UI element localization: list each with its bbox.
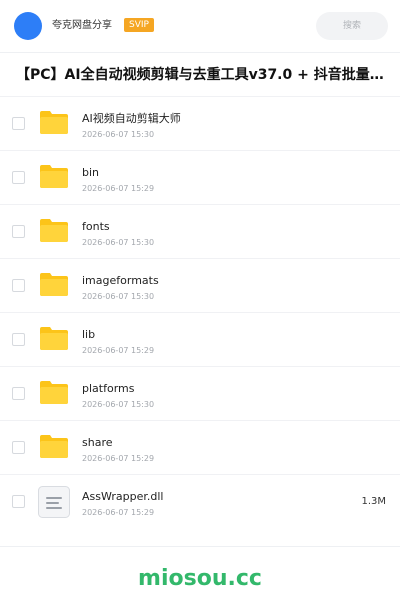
item-date: 2026-06-07 15:30	[82, 130, 155, 139]
folder-icon	[40, 434, 68, 458]
sharer-name: 夸克网盘分享	[52, 20, 112, 31]
item-name: AssWrapper.dll	[82, 490, 164, 503]
list-item[interactable]: share 2026-06-07 15:29	[0, 420, 400, 474]
folder-icon	[40, 326, 68, 350]
checkbox[interactable]	[12, 225, 25, 238]
file-list: AI视频自动剪辑大师 2026-06-07 15:30 bin 2026-06-…	[0, 96, 400, 528]
avatar[interactable]	[14, 12, 42, 40]
folder-icon	[40, 380, 68, 404]
checkbox[interactable]	[12, 441, 25, 454]
list-item[interactable]: AssWrapper.dll 2026-06-07 15:29 1.3M	[0, 474, 400, 528]
folder-icon	[40, 164, 68, 188]
item-name: platforms	[82, 382, 135, 395]
checkbox[interactable]	[12, 495, 25, 508]
checkbox[interactable]	[12, 279, 25, 292]
item-date: 2026-06-07 15:30	[82, 292, 155, 301]
checkbox[interactable]	[12, 387, 25, 400]
folder-icon	[40, 218, 68, 242]
checkbox[interactable]	[12, 117, 25, 130]
item-name: fonts	[82, 220, 110, 233]
svip-badge: SVIP	[124, 18, 154, 32]
list-item[interactable]: lib 2026-06-07 15:29	[0, 312, 400, 366]
list-item[interactable]: platforms 2026-06-07 15:30	[0, 366, 400, 420]
item-name: share	[82, 436, 113, 449]
item-date: 2026-06-07 15:29	[82, 454, 155, 463]
checkbox[interactable]	[12, 171, 25, 184]
item-date: 2026-06-07 15:30	[82, 238, 155, 247]
item-name: bin	[82, 166, 100, 179]
file-size: 1.3M	[361, 496, 386, 507]
file-icon	[38, 486, 70, 518]
item-date: 2026-06-07 15:29	[82, 184, 155, 193]
list-item[interactable]: fonts 2026-06-07 15:30	[0, 204, 400, 258]
header: 夸克网盘分享 SVIP 搜索	[0, 0, 400, 52]
footer-divider	[0, 546, 400, 547]
item-name: imageformats	[82, 274, 159, 287]
search-input[interactable]: 搜索	[316, 12, 388, 40]
list-item[interactable]: AI视频自动剪辑大师 2026-06-07 15:30	[0, 96, 400, 150]
item-date: 2026-06-07 15:29	[82, 508, 155, 517]
item-name: lib	[82, 328, 96, 341]
item-date: 2026-06-07 15:30	[82, 400, 155, 409]
list-item[interactable]: imageformats 2026-06-07 15:30	[0, 258, 400, 312]
item-name: AI视频自动剪辑大师	[82, 112, 181, 125]
page-title: 【PC】AI全自动视频剪辑与去重工具v37.0 + 抖音批量下…	[16, 67, 396, 83]
watermark: miosou.cc	[138, 566, 262, 591]
folder-icon	[40, 110, 68, 134]
folder-icon	[40, 272, 68, 296]
header-divider	[0, 52, 400, 53]
item-date: 2026-06-07 15:29	[82, 346, 155, 355]
list-item[interactable]: bin 2026-06-07 15:29	[0, 150, 400, 204]
checkbox[interactable]	[12, 333, 25, 346]
